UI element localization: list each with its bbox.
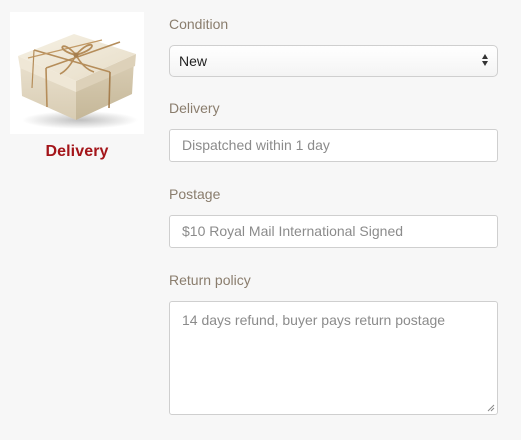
resize-grip-icon[interactable] — [486, 403, 495, 412]
return-policy-label: Return policy — [169, 272, 251, 288]
condition-selected-value: New — [179, 53, 208, 69]
delivery-input[interactable]: Dispatched within 1 day — [169, 129, 498, 162]
postage-input[interactable]: $10 Royal Mail International Signed — [169, 215, 498, 248]
condition-select[interactable]: New — [169, 45, 498, 77]
delivery-heading: Delivery — [45, 143, 109, 160]
select-updown-icon — [481, 54, 489, 68]
return-policy-placeholder: 14 days refund, buyer pays return postag… — [182, 312, 446, 328]
gift-box-icon — [10, 12, 144, 134]
postage-label: Postage — [169, 186, 221, 202]
condition-label: Condition — [169, 16, 229, 32]
delivery-illustration: Delivery — [10, 12, 144, 161]
delivery-label: Delivery — [169, 100, 220, 116]
listing-form: Condition New Delivery Dispatched within… — [169, 16, 498, 415]
return-policy-textarea[interactable]: 14 days refund, buyer pays return postag… — [169, 301, 498, 415]
